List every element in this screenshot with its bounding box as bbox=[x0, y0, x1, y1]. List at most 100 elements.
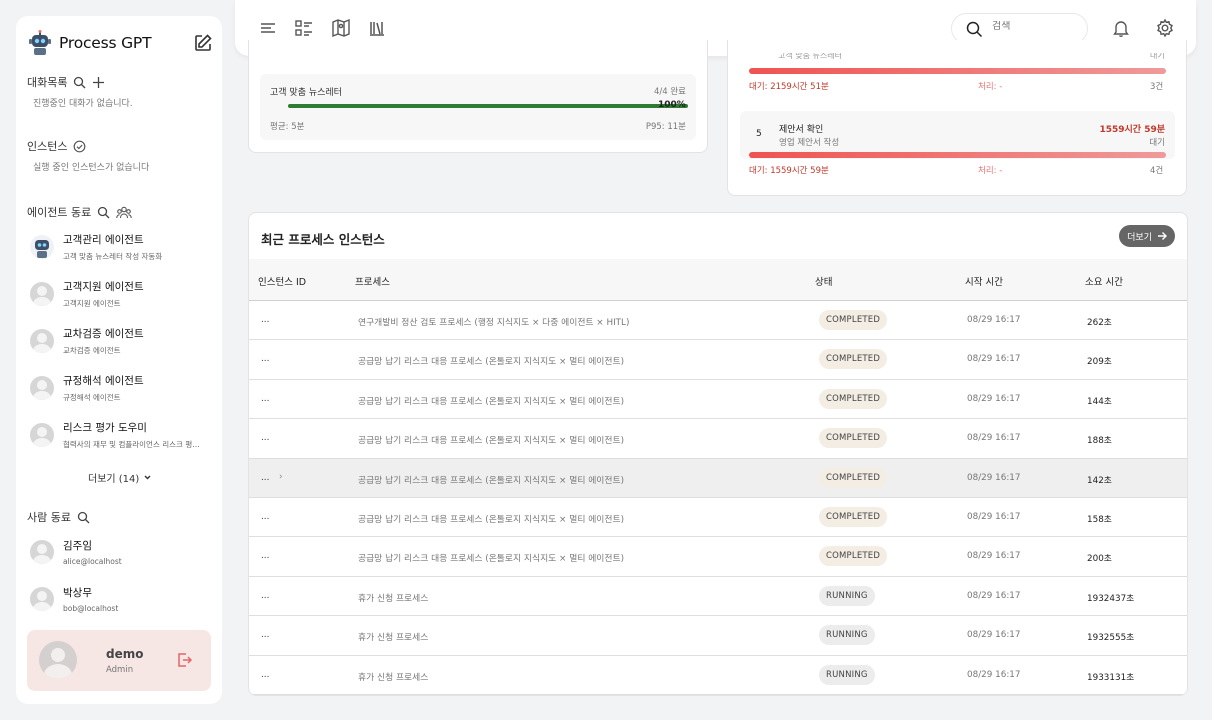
duration: 200초 bbox=[1087, 554, 1112, 565]
wait-time: 대기: 1559시간 59분 bbox=[749, 166, 829, 176]
library-icon[interactable] bbox=[367, 18, 387, 38]
process-name: 공급망 납기 리스크 대응 프로세스 (온톨로지 지식지도 × 멀티 에이전트) bbox=[358, 436, 625, 447]
checklist-icon[interactable] bbox=[294, 18, 314, 38]
person-email: bob@localhost bbox=[63, 604, 119, 613]
col-header-duration[interactable]: 소요 시간 bbox=[1085, 274, 1123, 288]
person-item[interactable]: 김주임 alice@localhost bbox=[30, 533, 215, 571]
instance-id[interactable]: ... bbox=[261, 354, 269, 364]
search-icon[interactable] bbox=[97, 206, 110, 219]
duration: 262초 bbox=[1087, 318, 1112, 328]
new-chat-edit-icon[interactable] bbox=[193, 33, 213, 53]
agent-item[interactable]: 고객관리 에이전트 고객 맞춤 뉴스레터 작성 자동화 bbox=[30, 228, 215, 266]
table-row[interactable]: ... 휴가 신청 프로세스 RUNNING 08/29 16:17 1932555초 bbox=[249, 616, 1187, 656]
col-header-process[interactable]: 프로세스 bbox=[355, 274, 390, 288]
table-more-button[interactable]: 더보기 bbox=[1119, 225, 1175, 247]
process-p95: P95: 11분 bbox=[645, 122, 686, 132]
table-more-label: 더보기 bbox=[1127, 232, 1152, 243]
table-row[interactable]: ... 휴가 신청 프로세스 RUNNING 08/29 16:17 1932437초 bbox=[249, 577, 1187, 617]
people-section-title: 사람 동료 bbox=[27, 509, 90, 525]
status-badge: COMPLETED bbox=[819, 428, 888, 449]
table-row[interactable]: ... 공급망 납기 리스크 대응 프로세스 (온톨로지 지식지도 × 멀티 에이… bbox=[249, 380, 1187, 420]
status-badge: RUNNING bbox=[819, 625, 875, 646]
chats-title: 대화목록 bbox=[27, 76, 68, 89]
queue-cut-sub: 고객 맞춤 뉴스레터 bbox=[778, 53, 842, 59]
agent-desc: 고객 맞춤 뉴스레터 작성 자동화 bbox=[63, 252, 163, 261]
progress-percent: 100% bbox=[658, 100, 686, 110]
col-header-id[interactable]: 인스턴스 ID bbox=[258, 274, 306, 288]
queue-cut-state: 대기 bbox=[1150, 53, 1165, 59]
process-name: 공급망 납기 리스크 대응 프로세스 (온톨로지 지식지도 × 멀티 에이전트) bbox=[358, 396, 625, 407]
duration: 188초 bbox=[1087, 436, 1112, 447]
instance-id[interactable]: ... bbox=[261, 394, 269, 404]
table-row[interactable]: ... › 공급망 납기 리스크 대응 프로세스 (온톨로지 지식지도 × 멀티 에… bbox=[249, 458, 1187, 498]
table-row[interactable]: ... 공급망 납기 리스크 대응 프로세스 (온톨로지 지식지도 × 멀티 에이… bbox=[249, 419, 1187, 459]
table-row[interactable]: ... 휴가 신청 프로세스 RUNNING 08/29 16:17 1933131초 bbox=[249, 656, 1187, 695]
start-time: 08/29 16:17 bbox=[967, 630, 1021, 641]
person-name: 김주임 bbox=[63, 540, 92, 552]
search-input[interactable] bbox=[992, 21, 1082, 32]
menu-lines-icon[interactable] bbox=[258, 18, 278, 38]
agent-item[interactable]: 고객지원 에이전트 고객지원 에이전트 bbox=[30, 275, 215, 313]
agents-section-title: 에이전트 동료 bbox=[27, 204, 132, 220]
chevron-down-icon bbox=[144, 475, 151, 480]
instance-id[interactable]: ... bbox=[261, 473, 269, 483]
process-name: 공급망 납기 리스크 대응 프로세스 (온톨로지 지식지도 × 멀티 에이전트) bbox=[358, 554, 625, 565]
agents-more-button[interactable]: 더보기 (14) bbox=[88, 470, 152, 485]
add-icon[interactable] bbox=[92, 76, 105, 89]
proc-time: 처리: - bbox=[978, 82, 1003, 92]
duration: 1932437초 bbox=[1087, 593, 1135, 604]
search-icon[interactable] bbox=[77, 511, 90, 524]
agent-item[interactable]: 규정해석 에이전트 규정해석 에이전트 bbox=[30, 369, 215, 407]
person-item[interactable]: 박상무 bob@localhost bbox=[30, 580, 215, 618]
brand[interactable]: Process GPT bbox=[28, 28, 213, 58]
wait-bar bbox=[749, 68, 1166, 74]
instance-id[interactable]: ... bbox=[261, 433, 269, 443]
instance-id[interactable]: ... bbox=[261, 630, 269, 640]
group-icon[interactable] bbox=[116, 206, 132, 219]
instance-id[interactable]: ... bbox=[261, 551, 269, 561]
table-header: 인스턴스 ID 프로세스 상태 시작 시간 소요 시간 bbox=[249, 259, 1187, 301]
table-row[interactable]: ... 공급망 납기 리스크 대응 프로세스 (온톨로지 지식지도 × 멀티 에이… bbox=[249, 537, 1187, 577]
agent-desc: 협력사의 재무 및 컴플라이언스 리스크 평가 ... bbox=[63, 440, 203, 449]
check-circle-icon[interactable] bbox=[73, 140, 86, 153]
table-row[interactable]: ... 공급망 납기 리스크 대응 프로세스 (온톨로지 지식지도 × 멀티 에이… bbox=[249, 340, 1187, 380]
avatar bbox=[30, 376, 54, 400]
process-name: 공급망 납기 리스크 대응 프로세스 (온톨로지 지식지도 × 멀티 에이전트) bbox=[358, 515, 625, 525]
instance-id[interactable]: ... bbox=[261, 591, 269, 601]
duration: 1932555초 bbox=[1087, 633, 1135, 644]
status-badge: COMPLETED bbox=[819, 467, 888, 488]
table-row[interactable]: ... 공급망 납기 리스크 대응 프로세스 (온톨로지 지식지도 × 멀티 에이… bbox=[249, 498, 1187, 538]
agent-item[interactable]: 리스크 평가 도우미 협력사의 재무 및 컴플라이언스 리스크 평가 ... bbox=[30, 416, 215, 454]
wait-time: 대기: 2159시간 51분 bbox=[749, 82, 829, 92]
bell-icon[interactable] bbox=[1111, 18, 1131, 38]
agent-item[interactable]: 교차검증 에이전트 교차검증 에이전트 bbox=[30, 322, 215, 360]
instance-id[interactable]: ... bbox=[261, 670, 269, 680]
col-header-start[interactable]: 시작 시간 bbox=[965, 274, 1003, 288]
duration: 144초 bbox=[1087, 396, 1112, 407]
agent-name: 고객지원 에이전트 bbox=[63, 281, 144, 293]
logout-icon[interactable] bbox=[176, 652, 192, 668]
table-row[interactable]: ... 연구개발비 정산 검토 프로세스 (행정 지식지도 × 다중 에이전트 ×… bbox=[249, 301, 1187, 341]
person-name: 박상무 bbox=[63, 587, 92, 599]
instances-section-title: 인스턴스 bbox=[27, 138, 86, 154]
search-icon[interactable] bbox=[73, 76, 86, 89]
duration: 158초 bbox=[1087, 515, 1112, 525]
col-header-status[interactable]: 상태 bbox=[815, 274, 832, 288]
robot-logo-icon bbox=[29, 30, 51, 55]
instance-id[interactable]: ... bbox=[261, 315, 269, 325]
chevron-right-icon[interactable]: › bbox=[279, 472, 283, 482]
start-time: 08/29 16:17 bbox=[967, 551, 1021, 562]
process-name: 휴가 신청 프로세스 bbox=[358, 633, 429, 644]
gear-icon[interactable] bbox=[1155, 18, 1175, 38]
agent-desc: 규정해석 에이전트 bbox=[63, 393, 121, 402]
process-name: 공급망 납기 리스크 대응 프로세스 (온톨로지 지식지도 × 멀티 에이전트) bbox=[358, 357, 625, 368]
people-title: 사람 동료 bbox=[27, 511, 71, 524]
status-badge: RUNNING bbox=[819, 664, 875, 685]
map-pin-icon[interactable] bbox=[331, 18, 351, 38]
start-time: 08/29 16:17 bbox=[967, 393, 1021, 404]
agent-name: 교차검증 에이전트 bbox=[63, 328, 144, 340]
task-count: 3건 bbox=[1150, 82, 1164, 92]
avatar bbox=[30, 587, 54, 611]
instance-id[interactable]: ... bbox=[261, 512, 269, 522]
user-card[interactable]: demo Admin bbox=[27, 630, 211, 691]
